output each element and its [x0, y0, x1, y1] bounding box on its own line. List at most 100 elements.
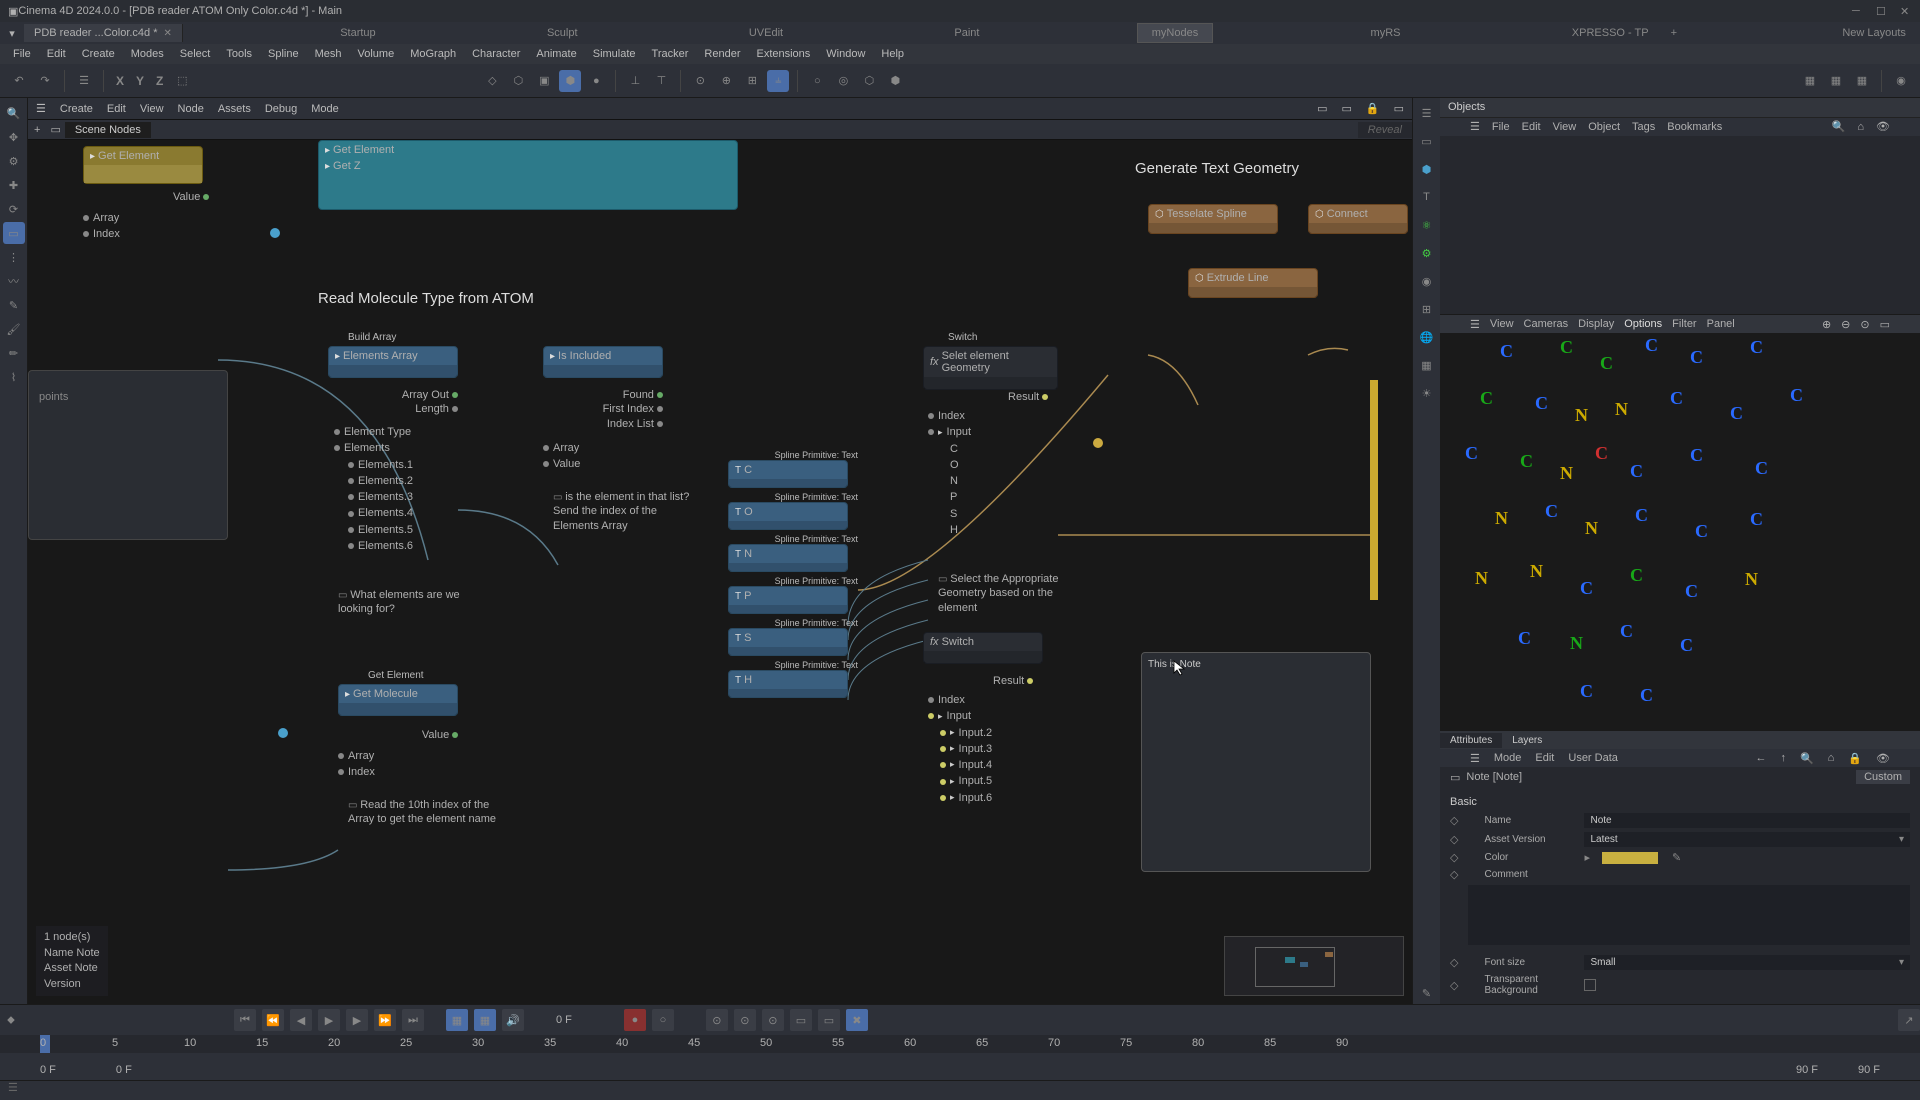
rtool-text-icon[interactable]: T	[1416, 186, 1438, 208]
tl-stepback-icon[interactable]: ◀	[290, 1009, 312, 1031]
rtool-light-icon[interactable]: ☀	[1416, 382, 1438, 404]
attr-menu-icon[interactable]: ☰	[1470, 752, 1480, 765]
menu-animate[interactable]: Animate	[529, 46, 583, 62]
view-icon3[interactable]: ⊙	[1860, 318, 1869, 331]
node-menu-debug[interactable]: Debug	[265, 103, 297, 115]
node-group-teal[interactable]: ▸Get Element ▸Get Z	[318, 140, 738, 210]
attr-transparent-checkbox[interactable]	[1584, 979, 1596, 991]
view-icon1[interactable]: ⊕	[1822, 318, 1831, 331]
tab-attributes[interactable]: Attributes	[1440, 733, 1502, 748]
menu-file[interactable]: File	[6, 46, 38, 62]
attr-lock-icon[interactable]: 🔒	[1848, 752, 1862, 765]
menu-modes[interactable]: Modes	[124, 46, 171, 62]
tl-next-icon[interactable]: ⏩	[374, 1009, 396, 1031]
color-picker-icon[interactable]: ✎	[1672, 851, 1681, 864]
tl-key-icon[interactable]: ⬥	[0, 1009, 22, 1031]
attr-fontsize-dropdown[interactable]: Small	[1584, 955, 1910, 970]
add-layout-icon[interactable]: +	[1663, 27, 1685, 39]
menu-handle-icon[interactable]: ☰	[0, 1079, 26, 1097]
tool-brush-icon[interactable]: ✎	[3, 294, 25, 316]
snap1-icon[interactable]: ⊙	[689, 70, 711, 92]
attr-color-swatch[interactable]	[1602, 852, 1658, 864]
port-dot[interactable]	[270, 228, 280, 238]
menu-render[interactable]: Render	[697, 46, 747, 62]
rtool-net-icon[interactable]: ⊞	[1416, 298, 1438, 320]
tl-end-frame[interactable]: 90 F	[1858, 1064, 1880, 1076]
layout-myrs[interactable]: myRS	[1357, 24, 1415, 42]
node-switch[interactable]: fx Switch	[923, 632, 1043, 664]
object-tree[interactable]	[1440, 136, 1920, 315]
minimize-button[interactable]: ─	[1852, 5, 1864, 17]
node-connect[interactable]: ⬡ Connect	[1308, 204, 1408, 234]
tl-opt5-icon[interactable]: ▭	[818, 1009, 840, 1031]
menu-volume[interactable]: Volume	[351, 46, 402, 62]
menu-character[interactable]: Character	[465, 46, 527, 62]
align2-icon[interactable]: ⊤	[650, 70, 672, 92]
menu-select[interactable]: Select	[173, 46, 218, 62]
add-scene-icon[interactable]: +	[28, 124, 46, 136]
view-menu-panel[interactable]: Panel	[1707, 318, 1735, 330]
tl-stepfwd-icon[interactable]: ▶	[346, 1009, 368, 1031]
obj-menu-file[interactable]: File	[1492, 121, 1510, 133]
rtool-sphere-icon[interactable]: ◉	[1416, 270, 1438, 292]
node-tesselate[interactable]: ⬡ Tesselate Spline	[1148, 204, 1278, 234]
grid-icon[interactable]: ⊞	[741, 70, 763, 92]
clapper3-icon[interactable]: ▦	[1851, 70, 1873, 92]
tl-first-icon[interactable]: ⏮	[234, 1009, 256, 1031]
tool-search-icon[interactable]: 🔍	[3, 102, 25, 124]
axis-x[interactable]: X	[112, 74, 128, 88]
tab-layers[interactable]: Layers	[1502, 733, 1552, 748]
view-menu-filter[interactable]: Filter	[1672, 318, 1696, 330]
attr-comment-textarea[interactable]	[1468, 885, 1910, 945]
node-elements-array[interactable]: ▸Elements Array	[328, 346, 458, 378]
cube-solid-icon[interactable]: ⬢	[559, 70, 581, 92]
tool-curve-icon[interactable]: 〰	[3, 270, 25, 292]
tool-last-icon[interactable]: ⌇	[3, 366, 25, 388]
app-menu-icon[interactable]: ▾	[0, 27, 24, 40]
obj-search-icon[interactable]: 🔍	[1832, 120, 1846, 133]
node-spline-h[interactable]: T H	[728, 670, 848, 698]
layout-startup[interactable]: Startup	[326, 24, 389, 42]
tl-last-icon[interactable]: ⏭	[402, 1009, 424, 1031]
tl-prev-icon[interactable]: ⏪	[262, 1009, 284, 1031]
cube-outline-icon[interactable]: ◇	[481, 70, 503, 92]
tool-gear-icon[interactable]: ⚙	[3, 150, 25, 172]
cube-icon[interactable]: ⬡	[507, 70, 529, 92]
render4-icon[interactable]: ⬢	[884, 70, 906, 92]
menu-mograph[interactable]: MoGraph	[403, 46, 463, 62]
render1-icon[interactable]: ○	[806, 70, 828, 92]
node-extrude[interactable]: ⬡ Extrude Line	[1188, 268, 1318, 298]
rtool-globe-icon[interactable]: 🌐	[1416, 326, 1438, 348]
menu-tracker[interactable]: Tracker	[645, 46, 696, 62]
viewport[interactable]: C C C C C C C C N N C C C C C N C C C C …	[1440, 333, 1920, 731]
menu-spline[interactable]: Spline	[261, 46, 306, 62]
node-toolbar-lock-icon[interactable]: 🔒	[1366, 102, 1380, 115]
attr-menu-userdata[interactable]: User Data	[1568, 752, 1618, 764]
attr-back-icon[interactable]: ←	[1755, 752, 1766, 764]
render3-icon[interactable]: ⬡	[858, 70, 880, 92]
attr-eye-icon[interactable]: 👁	[1876, 752, 1890, 765]
tl-expand-icon[interactable]: ↗	[1898, 1009, 1920, 1031]
attr-menu-edit[interactable]: Edit	[1535, 752, 1554, 764]
camera-icon[interactable]: ◉	[1890, 70, 1912, 92]
node-toolbar-icon1[interactable]: ▭	[1317, 102, 1327, 115]
obj-menu-edit[interactable]: Edit	[1522, 121, 1541, 133]
document-tab[interactable]: PDB reader ...Color.c4d * ✕	[24, 24, 183, 42]
tl-mode1-icon[interactable]: ▦	[446, 1009, 468, 1031]
axis-y[interactable]: Y	[132, 74, 148, 88]
node-toolbar-icon4[interactable]: ▭	[1394, 102, 1404, 115]
view-menu-view[interactable]: View	[1490, 318, 1514, 330]
minimap[interactable]	[1224, 936, 1404, 996]
cube2-icon[interactable]: ▣	[533, 70, 555, 92]
node-menu-assets[interactable]: Assets	[218, 103, 251, 115]
obj-menu-object[interactable]: Object	[1588, 121, 1620, 133]
tool-rect-icon[interactable]: ▭	[3, 222, 25, 244]
tl-range-start[interactable]: 0 F	[116, 1064, 132, 1076]
timeline-ruler[interactable]: 051015202530354045505560657075808590	[0, 1035, 1920, 1053]
history-redo-icon[interactable]: ↷	[34, 70, 56, 92]
view-menu-display[interactable]: Display	[1578, 318, 1614, 330]
menu-edit[interactable]: Edit	[40, 46, 73, 62]
tool-cross-icon[interactable]: ✚	[3, 174, 25, 196]
rtool-edit-icon[interactable]: ✎	[1416, 982, 1438, 1004]
tl-opt4-icon[interactable]: ▭	[790, 1009, 812, 1031]
